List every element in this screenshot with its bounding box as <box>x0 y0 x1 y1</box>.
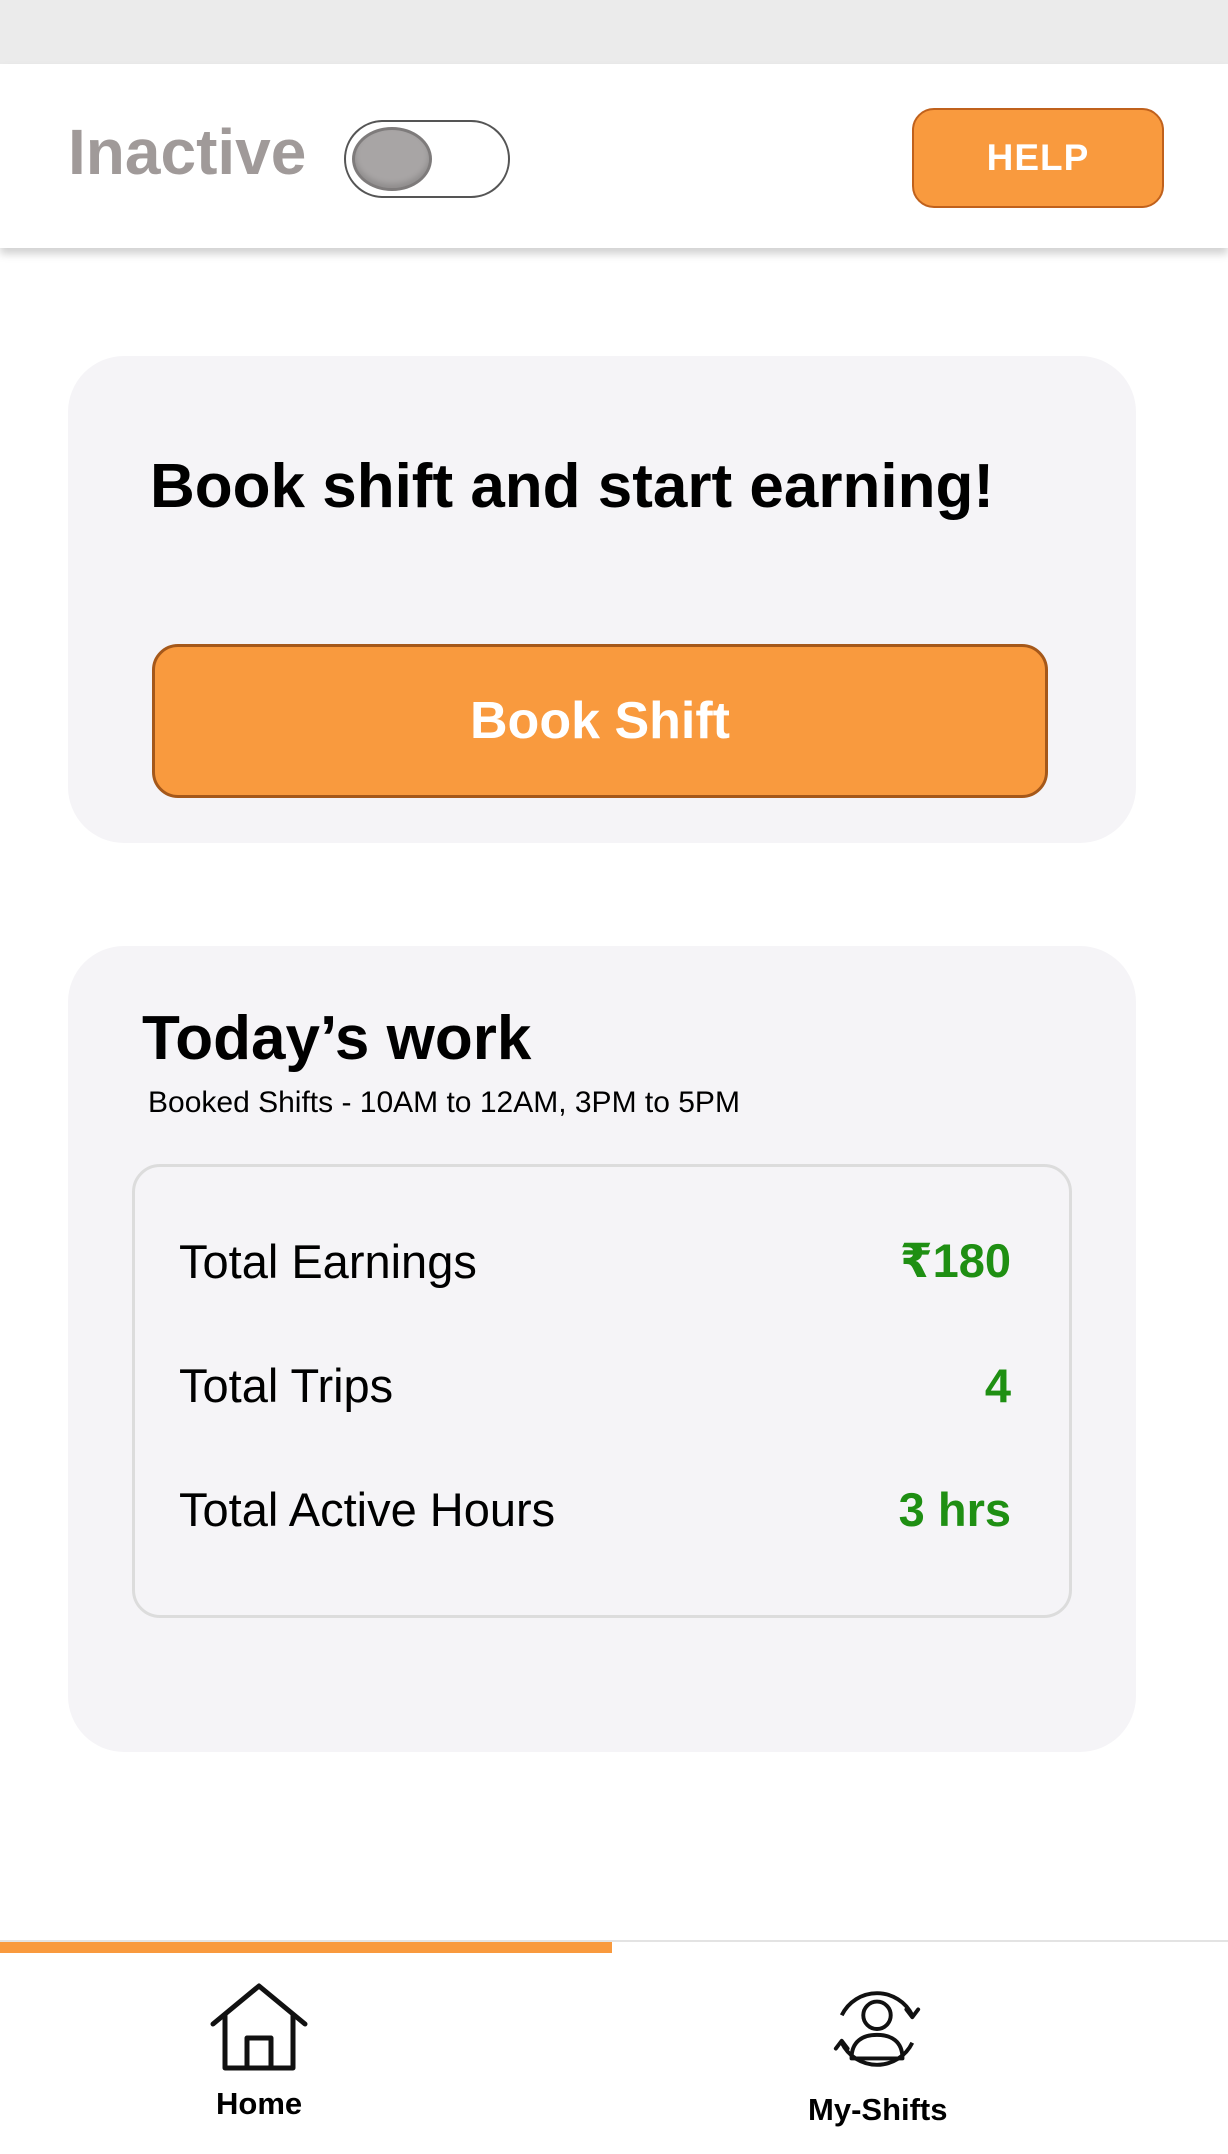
stat-row-earnings: Total Earnings ₹180 <box>179 1231 1011 1291</box>
help-button[interactable]: HELP <box>912 108 1164 208</box>
stat-value: ₹180 <box>899 1234 1011 1287</box>
user-cycle-icon <box>833 1991 921 2067</box>
stat-row-trips: Total Trips 4 <box>179 1355 1011 1415</box>
toggle-knob <box>352 127 432 191</box>
stat-label: Total Active Hours <box>179 1482 556 1536</box>
stats-panel: Total Earnings ₹180 Total Trips 4 Total … <box>132 1164 1072 1618</box>
status-bar <box>0 0 1228 64</box>
stat-label: Total Trips <box>179 1358 394 1412</box>
tab-my-shifts[interactable]: My-Shifts <box>614 1942 1228 2154</box>
book-shift-heading: Book shift and start earning! <box>150 452 994 521</box>
tab-home[interactable]: Home <box>0 1942 614 2154</box>
top-bar: Inactive HELP <box>0 64 1228 248</box>
book-shift-button[interactable]: Book Shift <box>152 644 1048 798</box>
book-shift-card: Book shift and start earning! Book Shift <box>68 356 1136 843</box>
stat-row-active-hours: Total Active Hours 3 hrs <box>179 1479 1011 1539</box>
todays-work-card: Today’s work Booked Shifts - 10AM to 12A… <box>68 946 1136 1752</box>
stat-label: Total Earnings <box>179 1234 477 1288</box>
home-icon <box>210 1983 308 2071</box>
bottom-navigation: Home My-Shifts <box>0 1940 1228 2154</box>
availability-status-label: Inactive <box>68 116 307 188</box>
stat-value: 4 <box>984 1358 1011 1412</box>
tab-my-shifts-label: My-Shifts <box>808 2092 948 2127</box>
booked-shifts-text: Booked Shifts - 10AM to 12AM, 3PM to 5PM <box>148 1086 740 1119</box>
todays-work-heading: Today’s work <box>142 1004 532 1073</box>
stat-value: 3 hrs <box>898 1482 1011 1536</box>
availability-toggle[interactable] <box>344 120 510 198</box>
tab-home-label: Home <box>216 2086 303 2121</box>
